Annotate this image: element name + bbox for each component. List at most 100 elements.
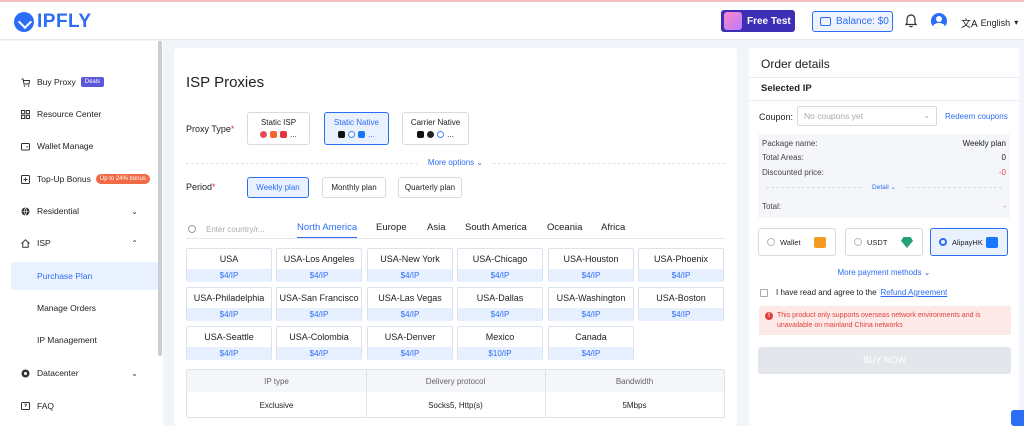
tab-south-america[interactable]: South America: [465, 222, 527, 233]
tab-north-america[interactable]: North America: [297, 222, 358, 239]
payment-alipayhk[interactable]: AlipayHK: [930, 228, 1008, 256]
country-search[interactable]: Enter country/r...: [188, 222, 273, 236]
city-card[interactable]: Canada $4/IP: [548, 326, 634, 360]
brand-logo[interactable]: IPFLY: [14, 11, 92, 33]
payment-usdt[interactable]: USDT: [845, 228, 923, 256]
bonus-badge: Up to 24% bonus: [95, 174, 150, 184]
more-payment-methods-toggle[interactable]: More payment methods ⌄: [749, 268, 1019, 277]
sidebar-scrollbar[interactable]: [158, 41, 162, 356]
city-card[interactable]: USA $4/IP: [186, 248, 272, 282]
warning-icon: !: [765, 312, 773, 320]
spec-table: IP type Delivery protocol Bandwidth Excl…: [186, 369, 725, 418]
city-card[interactable]: USA-Houston $4/IP: [548, 248, 634, 282]
period-weekly-button[interactable]: Weekly plan: [247, 177, 309, 198]
city-card[interactable]: USA-Las Vegas $4/IP: [367, 287, 453, 321]
sidebar-item-label: Datacenter: [37, 368, 79, 378]
sidebar-item-buy-proxy[interactable]: Buy Proxy Deals: [0, 68, 150, 96]
radio-selected-icon: [939, 238, 947, 246]
sidebar-item-resource-center[interactable]: Resource Center: [0, 100, 150, 128]
proxy-type-static-native[interactable]: Static Native ...: [324, 112, 389, 145]
chevron-up-icon: ⌃: [131, 238, 138, 248]
user-avatar-icon[interactable]: [931, 13, 947, 29]
tiktok-icon: [417, 131, 425, 138]
chevron-down-icon: ⌄: [131, 206, 138, 216]
home-icon: [21, 238, 30, 248]
search-input[interactable]: Enter country/r...: [206, 225, 265, 234]
balance-button[interactable]: Balance: $0: [812, 11, 893, 32]
sidebar-item-top-up-bonus[interactable]: Top-Up Bonus Up to 24% bonus: [0, 165, 150, 193]
city-card[interactable]: USA-Boston $4/IP: [638, 287, 724, 321]
tab-asia[interactable]: Asia: [427, 222, 445, 233]
tab-oceania[interactable]: Oceania: [547, 222, 582, 233]
help-chat-icon[interactable]: [1011, 410, 1024, 426]
wallet-icon: [21, 142, 30, 150]
sidebar-item-ip-management[interactable]: IP Management: [0, 326, 150, 354]
payment-wallet[interactable]: Wallet: [758, 228, 836, 256]
redeem-coupons-link[interactable]: Redeem coupons: [945, 112, 1008, 121]
agree-checkbox[interactable]: [760, 288, 768, 297]
payment-label: Wallet: [780, 237, 801, 247]
agree-text: I have read and agree to the: [776, 288, 877, 297]
tab-africa[interactable]: Africa: [601, 222, 625, 233]
gift-icon: [724, 12, 742, 30]
period-label: Period*: [186, 182, 216, 192]
page-title: ISP Proxies: [186, 74, 265, 91]
city-card[interactable]: USA-Phoenix $4/IP: [638, 248, 724, 282]
proxy-type-carrier-native[interactable]: Carrier Native ...: [402, 112, 469, 145]
city-card[interactable]: USA-Colombia $4/IP: [276, 326, 362, 360]
sidebar-item-residential[interactable]: Residential ⌄: [0, 197, 150, 225]
payment-label: AlipayHK: [952, 237, 983, 247]
warning-text: This product only supports overseas netw…: [777, 312, 981, 329]
coupon-placeholder: No coupons yet: [804, 111, 864, 121]
order-title: Order details: [761, 57, 830, 71]
sidebar-item-isp[interactable]: ISP ⌃: [0, 229, 150, 257]
spec-header: Bandwidth: [615, 377, 654, 386]
ebay-icon: [280, 131, 288, 138]
bell-icon[interactable]: [905, 14, 917, 28]
sidebar-item-datacenter[interactable]: Datacenter ⌄: [0, 359, 150, 387]
sidebar-item-faq[interactable]: FAQ: [0, 392, 150, 420]
sidebar-item-purchase-plan[interactable]: Purchase Plan: [11, 262, 158, 290]
city-card[interactable]: USA-New York $4/IP: [367, 248, 453, 282]
city-card[interactable]: USA-Denver $4/IP: [367, 326, 453, 360]
proxy-type-label: Proxy Type*: [186, 124, 235, 134]
sidebar-item-label: Wallet Manage: [37, 141, 94, 151]
city-card[interactable]: Mexico $10/IP: [457, 326, 543, 360]
city-card[interactable]: USA-San Francisco $4/IP: [276, 287, 362, 321]
deals-badge: Deals: [80, 77, 105, 87]
region-warning: ! This product only supports overseas ne…: [759, 306, 1011, 335]
tab-europe[interactable]: Europe: [376, 222, 407, 233]
selected-ip-heading: Selected IP: [761, 83, 812, 94]
city-card[interactable]: USA-Washington $4/IP: [548, 287, 634, 321]
sidebar-item-wallet-manage[interactable]: Wallet Manage: [0, 132, 150, 160]
detail-toggle[interactable]: Detail ⌄: [758, 183, 1010, 191]
coupon-select[interactable]: No coupons yet ⌄: [797, 106, 937, 126]
language-selector[interactable]: 文A English ▾: [961, 15, 1018, 31]
city-card[interactable]: USA-Philadelphia $4/IP: [186, 287, 272, 321]
period-quarterly-button[interactable]: Quarterly plan: [398, 177, 462, 198]
free-test-button[interactable]: Free Test: [721, 10, 795, 32]
sidebar-item-label: Resource Center: [37, 109, 102, 119]
chevron-down-icon: ⌄: [890, 184, 896, 191]
proxy-type-label-text: Static ISP: [260, 118, 297, 127]
city-card[interactable]: USA-Los Angeles $4/IP: [276, 248, 362, 282]
refund-agreement-link[interactable]: Refund Agreement: [881, 288, 948, 297]
wallet-icon: [814, 237, 826, 248]
buy-now-button[interactable]: BUY NOW: [758, 347, 1011, 374]
spec-divider: [366, 370, 367, 417]
search-icon: [188, 225, 196, 233]
city-card[interactable]: USA-Seattle $4/IP: [186, 326, 272, 360]
city-card[interactable]: USA-Chicago $4/IP: [457, 248, 543, 282]
order-summary: Package name: Weekly plan Total Areas: 0 D…: [758, 134, 1010, 218]
radio-icon: [767, 238, 775, 246]
grid-icon: [21, 109, 30, 119]
chevron-down-icon: ⌄: [923, 111, 930, 120]
city-card[interactable]: USA-Dallas $4/IP: [457, 287, 543, 321]
google-icon: [437, 131, 445, 138]
discount-row: Discounted price: -0: [762, 168, 1006, 177]
more-options-toggle[interactable]: More options ⌄: [174, 158, 737, 167]
proxy-type-static-isp[interactable]: Static ISP ...: [247, 112, 310, 145]
sidebar-item-manage-orders[interactable]: Manage Orders: [0, 294, 150, 322]
total-row: Total: -: [762, 202, 1006, 211]
period-monthly-button[interactable]: Monthly plan: [322, 177, 386, 198]
